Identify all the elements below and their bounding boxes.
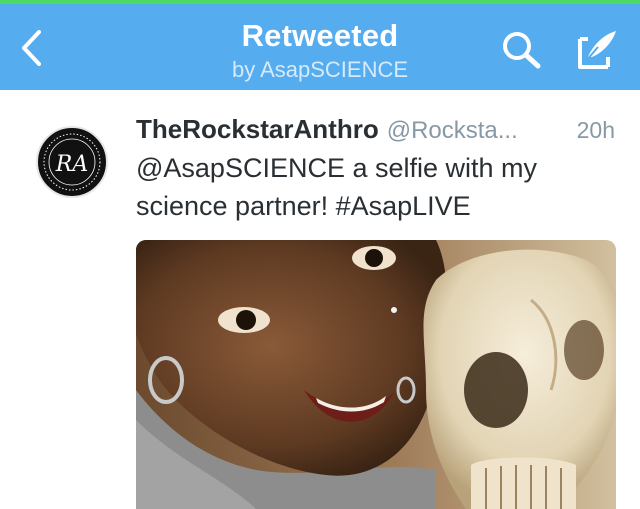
tweet-card[interactable]: RA TheRockstarAnthro @Rocksta... 20h @Asa… bbox=[0, 90, 640, 509]
tweet-text-line-2: science partner! #AsapLIVE bbox=[136, 191, 471, 221]
avatar[interactable]: RA bbox=[36, 126, 108, 198]
display-name[interactable]: TheRockstarAnthro bbox=[136, 114, 379, 144]
user-handle: @Rocksta... bbox=[386, 117, 518, 144]
tweet-text-line-1: @AsapSCIENCE a selfie with my bbox=[136, 153, 538, 183]
tweet-text: @AsapSCIENCE a selfie with my science pa… bbox=[136, 149, 606, 225]
tweet-timestamp: 20h bbox=[576, 117, 615, 143]
search-icon bbox=[503, 32, 541, 69]
avatar-logo: RA bbox=[39, 129, 105, 195]
compose-button[interactable] bbox=[572, 26, 622, 74]
selfie-photo bbox=[136, 240, 616, 509]
navigation-bar: Retweeted by AsapSCIENCE bbox=[0, 4, 640, 90]
compose-icon bbox=[578, 31, 616, 69]
tweet-photo[interactable] bbox=[136, 240, 616, 509]
tweet-header: TheRockstarAnthro @Rocksta... bbox=[136, 114, 616, 146]
search-button[interactable] bbox=[498, 28, 546, 72]
svg-text:RA: RA bbox=[55, 152, 88, 177]
